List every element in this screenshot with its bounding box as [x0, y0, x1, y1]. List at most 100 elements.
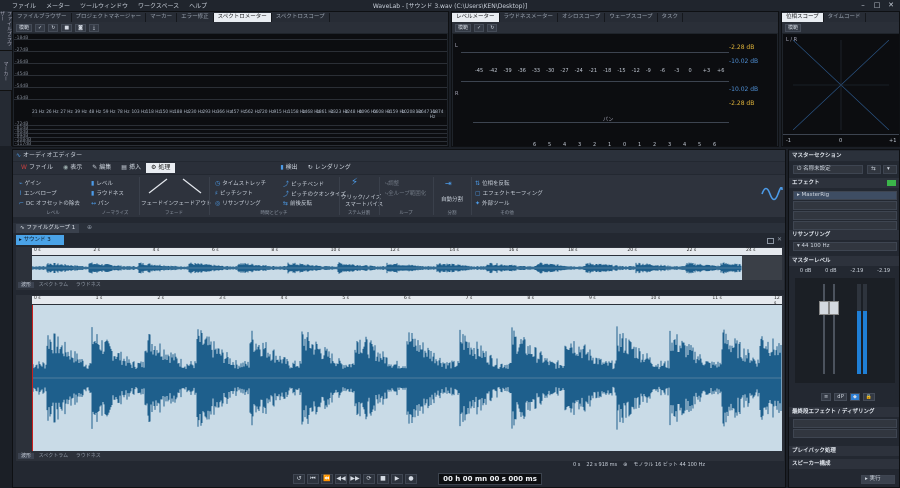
reverse-button[interactable]: ⇆ 前後反転	[283, 199, 312, 207]
effect-slot-3[interactable]	[793, 211, 897, 220]
effect-slot-2[interactable]	[793, 201, 897, 210]
preset-menu-icon[interactable]: ▾	[883, 165, 897, 174]
ribbon-tab-process[interactable]: ⚙ 処理	[145, 163, 176, 173]
mode-button[interactable]: 模範	[16, 23, 33, 32]
preset-save-icon[interactable]: ⇆	[867, 165, 881, 174]
tab-level-meter[interactable]: レベルメーター	[452, 13, 500, 22]
level-normalize-button[interactable]: ▮ レベル	[91, 179, 113, 187]
fader-handle-right[interactable]	[829, 301, 839, 315]
limit-icon[interactable]: ◆	[849, 393, 860, 401]
preset-selector[interactable]: ⏻ 名称未設定	[793, 165, 863, 174]
refresh-icon[interactable]: ↻	[48, 23, 59, 32]
level-check-icon[interactable]: ✓	[474, 23, 485, 32]
time-stretch-button[interactable]: ◷ タイムストレッチ	[215, 179, 266, 187]
invert-phase-button[interactable]: ⇅ 位相を反転	[475, 179, 510, 187]
level-mode-button[interactable]: 模範	[455, 23, 472, 32]
export-icon[interactable]: ⤓	[89, 23, 100, 32]
close-button[interactable]: ✕	[884, 0, 898, 11]
main-tab-waveform[interactable]: 波形	[18, 453, 35, 459]
play-icon[interactable]: ▶	[391, 474, 403, 484]
tab-oscilloscope[interactable]: オシロスコープ	[558, 13, 606, 22]
check-icon[interactable]: ✓	[35, 23, 46, 32]
envelope-button[interactable]: ⌇ エンベロープ	[19, 189, 57, 197]
menu-help[interactable]: ヘルプ	[189, 1, 207, 10]
effect-slot-4[interactable]	[793, 221, 897, 230]
link-icon[interactable]: d P	[834, 393, 847, 401]
fast-forward-icon[interactable]: ▶▶	[349, 474, 361, 484]
tab-file-browser[interactable]: ファイルブラウザー	[13, 13, 72, 22]
main-time-ruler[interactable]: 0 s1 s2 s3 s4 s5 s6 s7 s8 s9 s 10 s 11 s 12…	[32, 296, 782, 306]
file-tab-sound3[interactable]: ▸ サウンド 3	[16, 235, 64, 245]
final-effect-slot-2[interactable]	[793, 429, 897, 438]
snapshot-icon[interactable]: ■	[61, 23, 73, 32]
menu-tool-windows[interactable]: ツールウィンドウ	[80, 1, 128, 10]
zoom-range[interactable]: 22 s 918 ms	[586, 461, 617, 470]
left-tab-markers[interactable]: マーカー	[0, 51, 12, 91]
menu-workspace[interactable]: ワークスペース	[138, 1, 179, 10]
dc-offset-button[interactable]: ⌐ DC オフセットの除去	[19, 199, 80, 207]
lock-icon[interactable]: 🔒	[862, 393, 876, 401]
ribbon-tab-render[interactable]: ↻ レンダリング	[303, 163, 356, 173]
resampling-button[interactable]: ◎ リサンプリング	[215, 199, 261, 207]
auto-split-button[interactable]: 自動分割	[441, 195, 463, 203]
main-tab-spectrum[interactable]: スペクトラム	[36, 453, 72, 459]
camera-icon[interactable]: ◙	[75, 23, 87, 32]
menu-meters[interactable]: メーター	[46, 1, 70, 10]
overview-tab-spectrum[interactable]: スペクトラム	[36, 282, 72, 288]
minimize-button[interactable]: –	[856, 0, 870, 11]
ribbon-tab-view[interactable]: ◉ 表示	[58, 163, 87, 173]
overview-visible-range[interactable]	[742, 256, 782, 280]
external-tools-button[interactable]: ✦ 外部ツール	[475, 199, 510, 207]
stop-icon[interactable]: ■	[377, 474, 389, 484]
tab-project-manager[interactable]: プロジェクトマネージャー	[72, 13, 147, 22]
cursor-time[interactable]: 0 s	[573, 461, 580, 470]
tab-loudness-meter[interactable]: ラウドネスメーター	[500, 13, 559, 22]
tab-timecode[interactable]: タイムコード	[824, 13, 866, 22]
file-group-tab[interactable]: ∿ ファイルグループ 1	[16, 224, 80, 233]
overview-tab-loudness[interactable]: ラウドネス	[73, 282, 104, 288]
go-start-icon[interactable]: ⏮	[307, 474, 319, 484]
menu-file[interactable]: ファイル	[12, 1, 36, 10]
playback-cursor[interactable]	[32, 305, 33, 451]
maximize-button[interactable]: □	[870, 0, 884, 11]
tab-wavescope[interactable]: ウェーブスコープ	[605, 13, 658, 22]
resample-rate-selector[interactable]: ▾ 44 100 Hz	[793, 242, 897, 251]
final-effect-slot-1[interactable]	[793, 419, 897, 428]
ribbon-tab-analysis[interactable]: ▮ 検出	[275, 163, 302, 173]
rewind-icon[interactable]: ◀◀	[335, 474, 347, 484]
prev-marker-icon[interactable]: ⏪	[321, 474, 333, 484]
pitch-bend-button[interactable]: ⤴ ピッチベンド	[283, 179, 324, 188]
close-file-icon[interactable]: ✕	[777, 236, 782, 243]
add-group-icon[interactable]: ⊕	[87, 224, 92, 231]
tab-spectroscope[interactable]: スペクトロスコープ	[272, 13, 330, 22]
zoom-icon[interactable]: ⊕	[623, 461, 627, 470]
cycle-icon[interactable]: ⟳	[363, 474, 375, 484]
phase-mode-button[interactable]: 模範	[785, 23, 802, 32]
loop-tweak-button[interactable]: ⤷調整	[385, 179, 399, 188]
transport-time-display[interactable]: 00 h 00 mn 00 s 000 ms	[438, 473, 542, 485]
ribbon-tab-file[interactable]: W ファイル	[16, 163, 58, 173]
level-refresh-icon[interactable]: ↻	[487, 23, 498, 32]
fade-out-button[interactable]: フェードアウト	[173, 199, 212, 207]
maximize-view-icon[interactable]	[767, 238, 774, 244]
loudness-normalize-button[interactable]: ▮ ラウドネス	[91, 189, 124, 197]
gain-button[interactable]: ⌁ ゲイン	[19, 179, 41, 187]
record-icon[interactable]: ●	[405, 474, 417, 484]
tab-phase-scope[interactable]: 位相スコープ	[782, 13, 824, 22]
tab-spectrometer[interactable]: スペクトロメーター	[213, 13, 272, 22]
effect-slot-masterrig[interactable]: ▸ MasterRig	[793, 191, 897, 200]
main-tab-loudness[interactable]: ラウドネス	[73, 453, 104, 459]
tab-error-correction[interactable]: エラー修正	[177, 13, 214, 22]
left-tab-file-browser[interactable]: ファイルブラウザー	[0, 11, 12, 51]
effect-morphing-button[interactable]: ▢ エフェクトモーフィング	[475, 189, 543, 197]
loop-icon[interactable]: ↺	[293, 474, 305, 484]
overview-tab-waveform[interactable]: 波形	[18, 282, 35, 288]
loop-all-button[interactable]: ⤷全ループ範囲化	[385, 189, 426, 198]
ribbon-tab-insert[interactable]: ▤ 挿入	[116, 163, 146, 173]
fader-handle-left[interactable]	[819, 301, 829, 315]
main-waveform[interactable]	[32, 305, 782, 451]
render-button[interactable]: ▸ 実行	[861, 475, 895, 484]
smart-bias-button[interactable]: スマートバイス	[345, 200, 383, 208]
audio-format[interactable]: モノラル 16 ビット 44 100 Hz	[633, 461, 705, 470]
mono-icon[interactable]: ≡	[821, 393, 832, 401]
